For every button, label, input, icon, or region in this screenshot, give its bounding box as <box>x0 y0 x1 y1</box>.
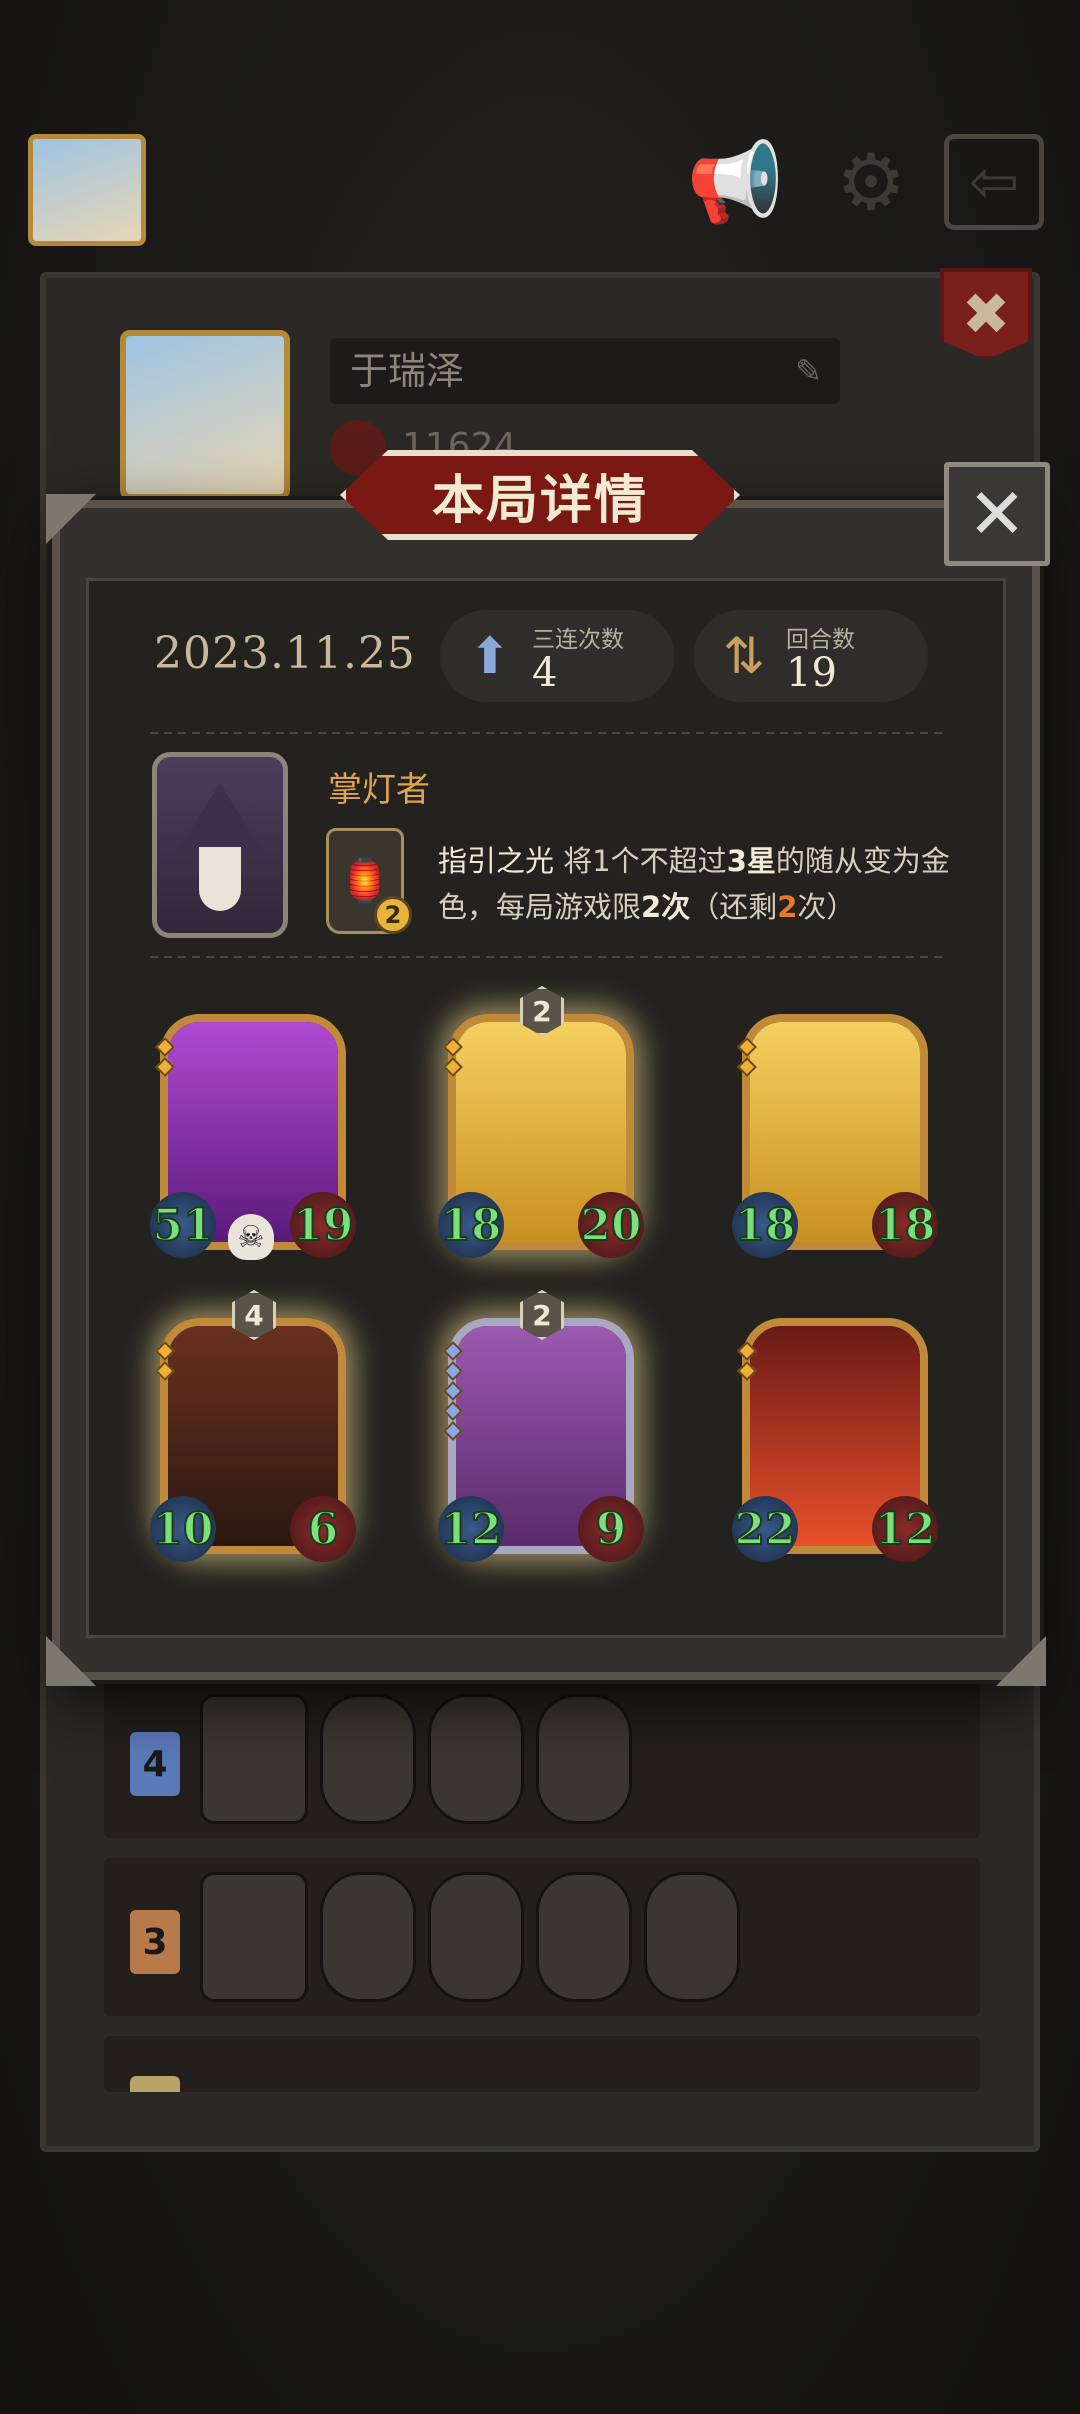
hero-portrait[interactable] <box>152 752 288 938</box>
rounds-stat: ⇅ 回合数 19 <box>694 610 928 702</box>
star-icon <box>443 1037 463 1057</box>
hero-name: 掌灯者 <box>328 770 430 810</box>
star-icon <box>155 1341 175 1361</box>
star-icon <box>737 1341 757 1361</box>
health-value: 19 <box>290 1192 356 1258</box>
attack-value: 18 <box>438 1192 504 1258</box>
star-icon <box>443 1341 463 1361</box>
star-icon <box>443 1421 463 1441</box>
megaphone-icon[interactable]: 📢 <box>680 128 790 238</box>
unit-chip <box>428 1872 524 2002</box>
star-icon <box>155 1361 175 1381</box>
profile-name-field[interactable]: 于瑞泽 ✎ <box>330 338 840 404</box>
unit-chip <box>536 1694 632 1824</box>
modal-title: 本局详情 <box>340 450 740 540</box>
exit-icon[interactable]: ⇦ <box>944 134 1044 230</box>
rounds-value: 19 <box>786 650 837 696</box>
health-value: 12 <box>872 1496 938 1562</box>
triple-icon: ⬆ <box>469 627 511 685</box>
rank-badge: 3 <box>130 1910 180 1974</box>
rank-badge: 4 <box>130 1732 180 1796</box>
unit-stars <box>443 1037 463 1077</box>
skill-uses-badge: 2 <box>374 896 412 934</box>
unit-stars <box>155 1037 175 1077</box>
match-history-row[interactable] <box>104 2036 980 2092</box>
star-icon <box>155 1057 175 1077</box>
health-value: 20 <box>578 1192 644 1258</box>
attack-value: 18 <box>732 1192 798 1258</box>
match-date: 2023.11.25 <box>154 628 416 679</box>
hero-chip <box>200 1872 308 2002</box>
triples-stat: ⬆ 三连次数 4 <box>440 610 674 702</box>
health-value: 18 <box>872 1192 938 1258</box>
unit-chip <box>644 1872 740 2002</box>
health-value: 9 <box>578 1496 644 1562</box>
star-icon <box>737 1361 757 1381</box>
hat-shape <box>177 783 263 853</box>
close-icon[interactable]: ✕ <box>944 462 1050 566</box>
rounds-icon: ⇅ <box>723 627 765 685</box>
skill-remaining: 2 <box>777 890 798 924</box>
skill-desc-part: 将1个不超过 <box>554 844 727 878</box>
unit-chip <box>320 1872 416 2002</box>
unit-stars <box>155 1341 175 1381</box>
unit-stars <box>737 1341 757 1381</box>
match-history-row[interactable]: 4 <box>104 1680 980 1838</box>
unit-card[interactable]: 4 10 6 <box>150 1290 356 1562</box>
triples-label: 三连次数 <box>532 627 624 653</box>
modal-corner <box>46 1636 96 1686</box>
divider <box>150 956 946 958</box>
player-avatar[interactable] <box>28 134 146 246</box>
unit-chip <box>536 1872 632 2002</box>
attack-value: 12 <box>438 1496 504 1562</box>
edit-icon[interactable]: ✎ <box>795 338 822 404</box>
unit-card[interactable]: 22 12 <box>732 1318 938 1562</box>
star-icon <box>443 1381 463 1401</box>
unit-chip <box>428 1694 524 1824</box>
unit-chip <box>320 1694 416 1824</box>
rounds-label: 回合数 <box>786 627 855 653</box>
beard-shape <box>199 847 241 911</box>
skill-desc-highlight: 2次 <box>641 890 691 924</box>
star-icon <box>155 1037 175 1057</box>
profile-name: 于瑞泽 <box>350 349 465 393</box>
unit-stars <box>737 1037 757 1077</box>
skill-desc-highlight: 3星 <box>726 844 776 878</box>
profile-portrait <box>120 330 290 500</box>
unit-card[interactable]: 51 19 ☠ <box>150 1014 356 1260</box>
modal-corner <box>996 1636 1046 1686</box>
star-icon <box>443 1057 463 1077</box>
triples-value: 4 <box>532 650 558 696</box>
game-screen: 📢 ⚙ ⇦ ✖ 于瑞泽 ✎ 11624 4 3 本局详情 ✕ 2023.11.2… <box>0 0 1080 2414</box>
skill-description: 指引之光 将1个不超过3星的随从变为金色，每局游戏限2次（还剩2次） <box>438 838 958 930</box>
star-icon <box>443 1361 463 1381</box>
divider <box>150 732 946 734</box>
modal-corner <box>46 494 96 544</box>
skill-desc-part: （还剩 <box>690 890 778 924</box>
skull-icon: ☠ <box>228 1214 274 1260</box>
unit-stars <box>443 1341 463 1441</box>
match-history-list: 4 3 <box>104 1680 980 2112</box>
unit-card[interactable]: 2 12 9 <box>438 1290 644 1562</box>
star-icon <box>737 1057 757 1077</box>
hero-chip <box>200 1694 308 1824</box>
unit-card[interactable]: 2 18 20 <box>438 986 644 1258</box>
attack-value: 51 <box>150 1192 216 1258</box>
star-icon <box>443 1401 463 1421</box>
match-history-row[interactable]: 3 <box>104 1858 980 2016</box>
attack-value: 10 <box>150 1496 216 1562</box>
skill-name: 指引之光 <box>438 844 555 878</box>
gear-icon[interactable]: ⚙ <box>816 128 926 238</box>
star-icon <box>737 1037 757 1057</box>
health-value: 6 <box>290 1496 356 1562</box>
rank-badge <box>130 2076 180 2092</box>
attack-value: 22 <box>732 1496 798 1562</box>
skill-desc-part: 次） <box>797 890 856 924</box>
unit-card[interactable]: 18 18 <box>732 1014 938 1258</box>
